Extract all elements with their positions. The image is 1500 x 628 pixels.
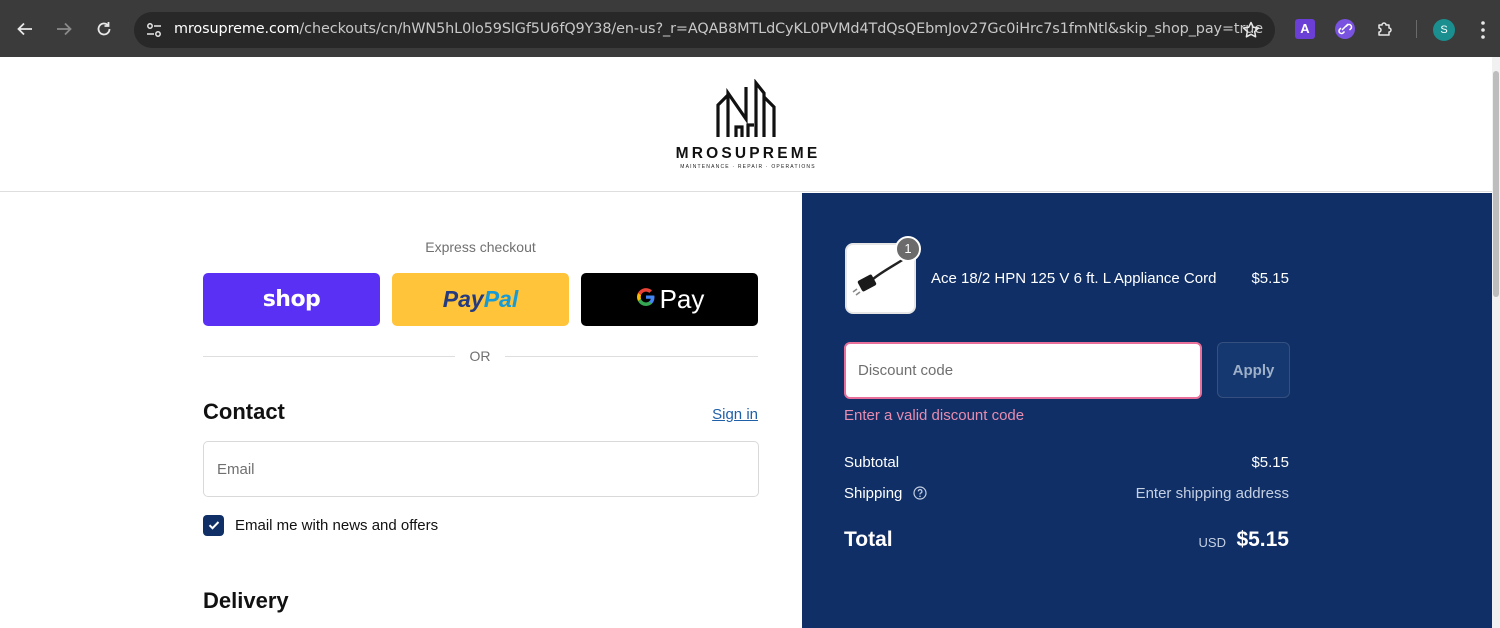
newsletter-label: Email me with news and offers	[235, 516, 439, 534]
or-label: OR	[455, 348, 505, 364]
extension-a-icon[interactable]: A	[1295, 19, 1315, 39]
store-header: MROSUPREME MAINTENANCE · REPAIR · OPERAT…	[0, 57, 1492, 192]
browser-menu-icon[interactable]	[1476, 19, 1490, 41]
url-path: /checkouts/cn/hWN5hL0lo59SlGf5U6fQ9Y38/e…	[299, 21, 1264, 37]
subtotal-label: Subtotal	[844, 454, 900, 471]
apply-discount-button[interactable]: Apply	[1217, 342, 1290, 398]
google-g-icon	[635, 284, 657, 315]
discount-code-field[interactable]	[844, 342, 1202, 399]
contact-heading: Contact	[203, 399, 285, 424]
email-field[interactable]	[203, 441, 759, 497]
shop-pay-button[interactable]: shop	[203, 273, 380, 326]
shipping-label: Shipping	[844, 485, 903, 502]
total-currency: USD	[1198, 535, 1226, 550]
paypal-button[interactable]: Pay Pal	[392, 273, 569, 326]
logo-wordmark: MROSUPREME	[675, 145, 821, 162]
google-pay-label: Pay	[659, 284, 705, 314]
forward-arrow-icon[interactable]	[53, 18, 75, 40]
shipping-value: Enter shipping address	[1135, 485, 1289, 502]
paypal-label-part1: Pay	[442, 286, 484, 312]
help-circle-icon[interactable]	[912, 486, 927, 500]
delivery-heading: Delivery	[203, 588, 289, 613]
bookmark-star-icon[interactable]	[1241, 20, 1261, 40]
paypal-label-part2: Pal	[483, 286, 519, 312]
page-scrollbar[interactable]	[1492, 57, 1500, 628]
total-label: Total	[844, 528, 893, 551]
site-info-icon[interactable]	[144, 20, 164, 40]
store-logo[interactable]: MROSUPREME MAINTENANCE · REPAIR · OPERAT…	[668, 78, 828, 173]
google-pay-button[interactable]: Pay	[581, 273, 758, 326]
product-price: $5.15	[1251, 270, 1289, 287]
subtotal-value: $5.15	[1251, 454, 1289, 471]
checkmark-icon	[208, 521, 219, 530]
checkout-form: Express checkout shop Pay Pal Pay OR Cont…	[0, 193, 802, 628]
express-checkout-label: Express checkout	[425, 239, 536, 255]
address-bar[interactable]: mrosupreme.com/checkouts/cn/hWN5hL0lo59S…	[134, 12, 1275, 48]
browser-toolbar: mrosupreme.com/checkouts/cn/hWN5hL0lo59S…	[0, 0, 1500, 57]
order-summary: 1 Ace 18/2 HPN 125 V 6 ft. L Appliance C…	[802, 193, 1492, 628]
discount-error-message: Enter a valid discount code	[844, 407, 1025, 424]
quantity-badge: 1	[895, 236, 921, 262]
newsletter-checkbox[interactable]	[203, 514, 224, 536]
logo-mark-icon	[716, 78, 776, 137]
back-arrow-icon[interactable]	[14, 18, 36, 40]
logo-tagline: MAINTENANCE · REPAIR · OPERATIONS	[680, 164, 816, 170]
reload-icon[interactable]	[93, 18, 115, 40]
scrollbar-thumb[interactable]	[1493, 71, 1499, 297]
total-value: $5.15	[1236, 528, 1289, 551]
url-host: mrosupreme.com	[174, 21, 300, 37]
toolbar-divider	[1416, 20, 1417, 38]
url-text[interactable]: mrosupreme.com/checkouts/cn/hWN5hL0lo59S…	[174, 21, 1263, 37]
sign-in-link[interactable]: Sign in	[712, 406, 758, 423]
product-name: Ace 18/2 HPN 125 V 6 ft. L Appliance Cor…	[931, 270, 1217, 287]
shop-pay-label: shop	[262, 287, 321, 312]
profile-avatar[interactable]: S	[1433, 19, 1455, 41]
extension-link-icon[interactable]	[1335, 19, 1355, 39]
newsletter-option[interactable]: Email me with news and offers	[203, 514, 438, 536]
extensions-puzzle-icon[interactable]	[1375, 19, 1395, 39]
shipping-row: Shipping	[844, 485, 927, 502]
